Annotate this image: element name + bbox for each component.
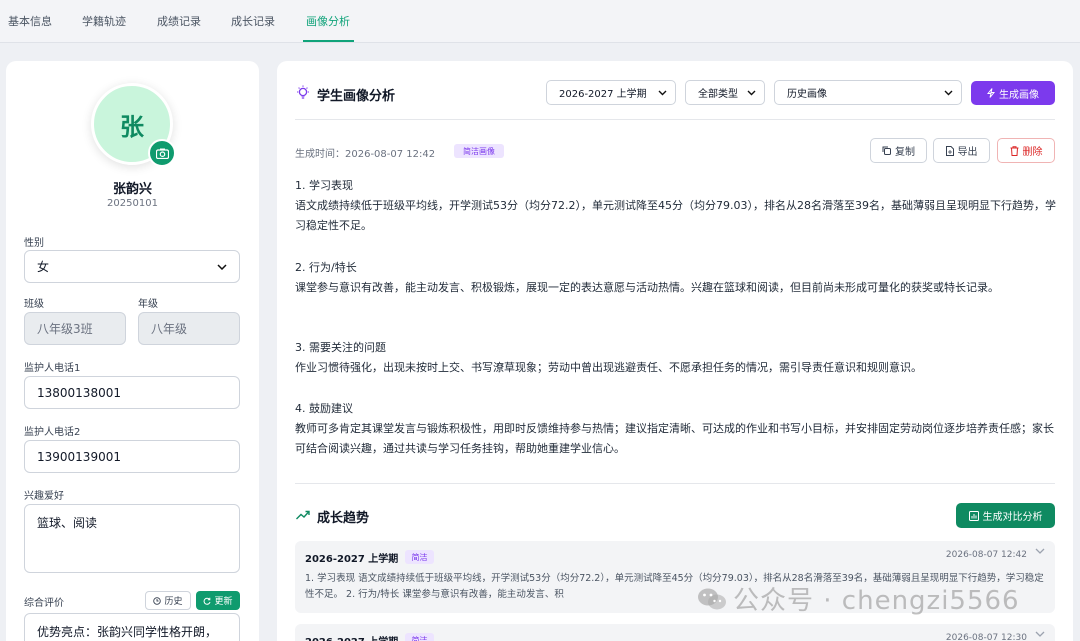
- grade-label: 年级: [138, 299, 158, 310]
- gender-select[interactable]: 女: [24, 250, 240, 283]
- student-name: 张韵兴: [112, 182, 152, 197]
- evaluation-label: 综合评价: [24, 598, 64, 609]
- active-tab-indicator: [303, 40, 354, 42]
- section-heading: 2. 行为/特长: [295, 261, 357, 274]
- file-export-icon: [945, 145, 954, 156]
- hobby-textarea[interactable]: 篮球、阅读: [24, 504, 240, 573]
- watermark-text: 公众号 · chengzi5566: [733, 586, 1020, 616]
- guardian2-phone-input[interactable]: 13900139001: [24, 440, 240, 473]
- tab-growth-records[interactable]: 成长记录: [231, 13, 275, 29]
- generate-comparison-button[interactable]: 生成对比分析: [956, 503, 1055, 528]
- chevron-down-icon: [747, 90, 756, 96]
- section-heading: 4. 鼓励建议: [295, 402, 353, 415]
- generate-profile-label: 生成画像: [999, 89, 1039, 101]
- avatar-container: 张: [91, 83, 176, 167]
- section-divider: [295, 483, 1055, 484]
- section-body: 教师可多肯定其课堂发言与锻炼积极性，用即时反馈维持参与热情；建议指定清晰、可达成…: [295, 422, 1054, 455]
- history-select-value: 历史画像: [787, 89, 827, 100]
- profile-type-badge: 简洁画像: [454, 144, 504, 158]
- section-body: 课堂参与意识有改善，能主动发言、积极锻炼，展现一定的表达意愿与活动热情。兴趣在篮…: [295, 281, 999, 294]
- student-info-panel: 张 张韵兴 20250101 性别 女 班级 年级 八年级3班 八年级 监护人电…: [6, 61, 259, 641]
- chevron-down-icon[interactable]: [1035, 631, 1045, 637]
- gender-label: 性别: [24, 238, 44, 249]
- evaluation-update-button[interactable]: 更新: [196, 591, 240, 610]
- refresh-icon: [203, 597, 211, 605]
- analysis-title: 学生画像分析: [317, 89, 396, 104]
- evaluation-textarea[interactable]: 优势亮点：张韵兴同学性格开朗，: [24, 613, 240, 641]
- delete-button[interactable]: 删除: [997, 138, 1055, 163]
- tab-basic-info[interactable]: 基本信息: [8, 13, 52, 29]
- watermark: 公众号 · chengzi5566: [697, 580, 1020, 617]
- camera-icon: [155, 148, 169, 159]
- header-divider: [295, 119, 1055, 120]
- copy-label: 复制: [895, 147, 915, 158]
- trash-icon: [1010, 145, 1019, 156]
- tab-enrollment-track[interactable]: 学籍轨迹: [82, 13, 126, 29]
- export-button[interactable]: 导出: [933, 138, 990, 163]
- section-heading: 3. 需要关注的问题: [295, 341, 386, 354]
- evaluation-history-label: 历史: [164, 597, 183, 607]
- analysis-section: 1. 学习表现 语文成绩持续低于班级平均线，开学测试53分（均分72.2），单元…: [295, 176, 1060, 236]
- trend-card-semester: 2026-2027 上学期: [305, 554, 399, 565]
- section-body: 语文成绩持续低于班级平均线，开学测试53分（均分72.2），单元测试降至45分（…: [295, 199, 1056, 232]
- analysis-section: 3. 需要关注的问题 作业习惯待强化，出现未按时上交、书写潦草现象；劳动中曾出现…: [295, 338, 1060, 378]
- trend-card-time: 2026-08-07 12:42: [945, 550, 1027, 560]
- chevron-down-icon: [944, 90, 953, 96]
- grade-field: 八年级: [138, 312, 240, 345]
- type-select-value: 全部类型: [698, 89, 738, 100]
- clock-icon: [153, 596, 162, 605]
- semester-select-value: 2026-2027 上学期: [559, 89, 647, 100]
- generate-profile-button[interactable]: 生成画像: [971, 81, 1055, 105]
- trend-card[interactable]: 2026-2027 上学期 简洁 2026-08-07 12:30: [295, 624, 1055, 641]
- semester-select[interactable]: 2026-2027 上学期: [546, 80, 676, 105]
- generate-comparison-label: 生成对比分析: [982, 512, 1043, 523]
- export-label: 导出: [957, 147, 978, 158]
- section-body: 作业习惯待强化，出现未按时上交、书写潦草现象；劳动中曾出现逃避责任、不愿承担任务…: [295, 361, 922, 374]
- guardian2-label: 监护人电话2: [24, 427, 81, 438]
- gender-value: 女: [37, 260, 50, 274]
- hobby-label: 兴趣爱好: [24, 491, 64, 502]
- copy-icon: [882, 146, 891, 155]
- wechat-icon: [697, 587, 727, 611]
- copy-button[interactable]: 复制: [870, 138, 927, 163]
- evaluation-history-button[interactable]: 历史: [145, 591, 191, 610]
- chevron-down-icon: [217, 263, 227, 270]
- guardian1-phone-input[interactable]: 13800138001: [24, 376, 240, 409]
- history-profile-select[interactable]: 历史画像: [774, 80, 962, 105]
- lightning-icon: [987, 88, 995, 98]
- trend-card-semester: 2026-2027 上学期: [305, 633, 398, 641]
- lightbulb-icon: [296, 85, 310, 101]
- trending-up-icon: [296, 510, 310, 520]
- class-label: 班级: [24, 299, 44, 310]
- section-heading: 1. 学习表现: [295, 179, 353, 192]
- analysis-section: 4. 鼓励建议 教师可多肯定其课堂发言与锻炼积极性，用即时反馈维持参与热情；建议…: [295, 399, 1060, 459]
- trend-card-badge: 简洁: [405, 633, 434, 641]
- generation-time: 生成时间：2026-08-07 12:42: [295, 149, 436, 160]
- upload-avatar-button[interactable]: [148, 139, 176, 167]
- trend-title: 成长趋势: [317, 511, 370, 526]
- profile-analysis-panel: 学生画像分析 2026-2027 上学期 全部类型 历史画像 生成画像 生成时间…: [277, 61, 1073, 641]
- analysis-section: 2. 行为/特长 课堂参与意识有改善，能主动发言、积极锻炼，展现一定的表达意愿与…: [295, 258, 1060, 298]
- type-select[interactable]: 全部类型: [685, 80, 765, 105]
- trend-card-time: 2026-08-07 12:30: [945, 633, 1027, 641]
- delete-label: 删除: [1022, 147, 1043, 158]
- tab-bar: 基本信息 学籍轨迹 成绩记录 成长记录 画像分析: [0, 0, 1080, 43]
- evaluation-update-label: 更新: [214, 597, 233, 607]
- chevron-down-icon: [658, 90, 667, 96]
- tab-grade-records[interactable]: 成绩记录: [157, 13, 201, 29]
- guardian1-label: 监护人电话1: [24, 363, 81, 374]
- tab-profile-analysis[interactable]: 画像分析: [306, 13, 350, 29]
- bar-chart-icon: [968, 510, 979, 521]
- chevron-down-icon[interactable]: [1035, 548, 1045, 554]
- student-id: 20250101: [107, 198, 158, 209]
- class-field: 八年级3班: [24, 312, 126, 345]
- trend-card-badge: 简洁: [405, 550, 434, 564]
